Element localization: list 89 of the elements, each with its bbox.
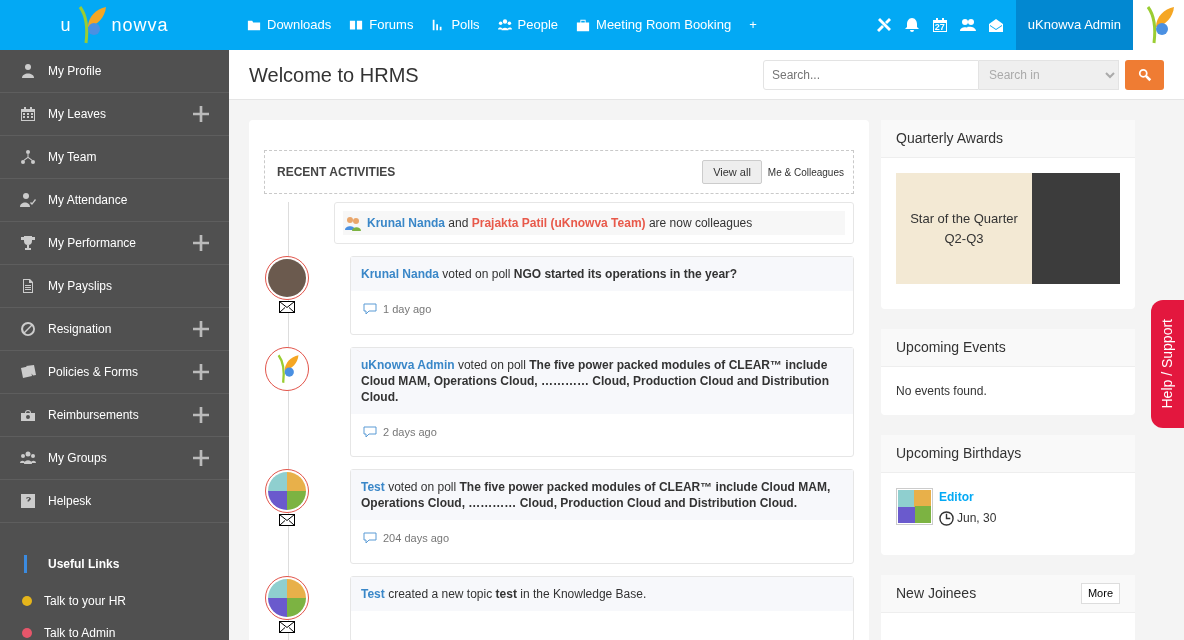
user-link[interactable]: uKnowva Admin [361, 357, 455, 372]
default-avatar [268, 578, 306, 617]
person-icon [20, 63, 36, 79]
timestamp: 204 days ago [383, 531, 450, 546]
sidebar-item[interactable]: My Leaves [0, 93, 229, 136]
plus-icon[interactable] [193, 407, 209, 423]
useful-link[interactable]: Talk to your HR [44, 592, 127, 610]
help-support-tab[interactable]: Help / Support [1151, 300, 1184, 428]
tools-icon[interactable] [875, 17, 892, 33]
plus-icon[interactable] [193, 235, 209, 251]
user-link[interactable]: Prajakta Patil (uKnowva Team) [471, 216, 646, 230]
birthday-date: Jun, 30 [957, 510, 997, 527]
sidebar-item[interactable]: Helpesk [0, 480, 229, 523]
plus-icon[interactable] [193, 364, 209, 380]
nav-link[interactable]: Polls [431, 15, 480, 35]
banner-text: Q2-Q3 [943, 229, 985, 248]
activity-text: Krunal Nanda voted on poll NGO started its operations in the year? [351, 257, 853, 291]
nav-link[interactable]: Downloads [247, 15, 332, 35]
plus-icon[interactable] [193, 106, 209, 122]
sidebar-item[interactable]: Resignation [0, 308, 229, 351]
plus-icon[interactable] [193, 450, 209, 466]
timestamp: 2 days ago [383, 424, 437, 440]
filter-link[interactable]: Me & Colleagues [767, 164, 844, 180]
logo-text: u [60, 13, 72, 37]
activity-text: Test voted on poll The five power packed modules of CLEAR™ include Cloud MAM, Operations Cloud, ………… Cloud, Production Cloud and Distribution Cloud. [351, 470, 853, 520]
bell-icon[interactable] [903, 17, 920, 33]
user-link[interactable]: Editor [939, 488, 997, 506]
briefcase-icon [576, 18, 591, 32]
timestamp: 1 day ago [383, 302, 432, 317]
activity-text: Test created a new topic test in the Knowledge Base. [351, 576, 853, 611]
widget-title: Upcoming Events [896, 338, 1006, 357]
trophy-icon [20, 235, 36, 251]
more-button[interactable]: More [1080, 583, 1120, 604]
calendar-day: 27 [931, 21, 948, 35]
person-check-icon [20, 192, 36, 208]
plus-icon[interactable] [193, 321, 209, 337]
clock-icon [939, 510, 954, 526]
widget-title: Quarterly Awards [896, 129, 1004, 148]
user-avatar[interactable] [1133, 0, 1184, 50]
nav-link[interactable]: People [497, 15, 559, 35]
search-icon [1137, 67, 1152, 82]
nav-link[interactable]: Forums [349, 15, 414, 35]
book-icon [349, 18, 364, 32]
nav-link[interactable]: + [749, 15, 757, 35]
calendar-icon [20, 106, 36, 122]
nav-link[interactable]: Meeting Room Booking [576, 15, 732, 35]
user-link[interactable]: Krunal Nanda [361, 267, 439, 281]
default-avatar [268, 472, 306, 510]
folder-icon [247, 18, 261, 32]
search-field[interactable]: Search... [763, 59, 979, 90]
user-link[interactable]: Test [361, 480, 385, 494]
activity-text: Krunal Nanda and Prajakta Patil (uKnowva Team) are now colleagues [367, 215, 753, 232]
users-icon[interactable] [959, 17, 976, 33]
user-link[interactable]: Test [361, 586, 385, 601]
papers-icon [20, 364, 36, 380]
ban-icon [20, 321, 36, 337]
group-icon [20, 450, 36, 466]
users-icon [345, 215, 361, 231]
sidebar-item[interactable]: My Attendance [0, 179, 229, 222]
photo-placeholder [268, 259, 306, 297]
view-all-button[interactable]: View all [702, 159, 762, 185]
calendar-icon[interactable]: 27 [931, 17, 948, 33]
widget-title: New Joinees [896, 584, 977, 603]
logo-text: nowva [111, 13, 169, 37]
default-avatar [896, 488, 933, 525]
sidebar-item[interactable]: My Performance [0, 222, 229, 265]
search-button[interactable] [1125, 59, 1164, 90]
sidebar-item[interactable]: My Payslips [0, 265, 229, 308]
empty-message: No events found. [896, 384, 987, 398]
people-icon [497, 18, 512, 32]
section-heading: Useful Links [24, 555, 229, 573]
sidebar-item[interactable]: Policies & Forms [0, 351, 229, 394]
sidebar-item[interactable]: My Team [0, 136, 229, 179]
useful-link[interactable]: Talk to Admin [44, 624, 116, 640]
help-icon [20, 493, 36, 509]
activity-text: uKnowva Admin voted on poll The five power packed modules of CLEAR™ include Cloud MAM, Operations Cloud, ………… Cloud, Production Cloud and Distribution Cloud. [351, 347, 853, 414]
user-menu[interactable]: uKnowva Admin [1015, 0, 1133, 50]
user-link[interactable]: Krunal Nanda [367, 216, 445, 230]
document-icon [20, 278, 36, 294]
sidebar-item[interactable]: My Groups [0, 437, 229, 480]
envelope-icon[interactable] [279, 514, 295, 526]
hierarchy-icon [20, 149, 36, 165]
section-title: RECENT ACTIVITIES [277, 164, 396, 181]
page-title: Welcome to HRMS [249, 62, 419, 87]
envelope-icon[interactable] [279, 620, 295, 633]
envelope-icon[interactable] [279, 301, 295, 313]
banner-text: Star of the Quarter [909, 210, 1019, 228]
sidebar-item[interactable]: Reimbursements [0, 394, 229, 437]
widget-title: Upcoming Birthdays [896, 444, 1022, 463]
